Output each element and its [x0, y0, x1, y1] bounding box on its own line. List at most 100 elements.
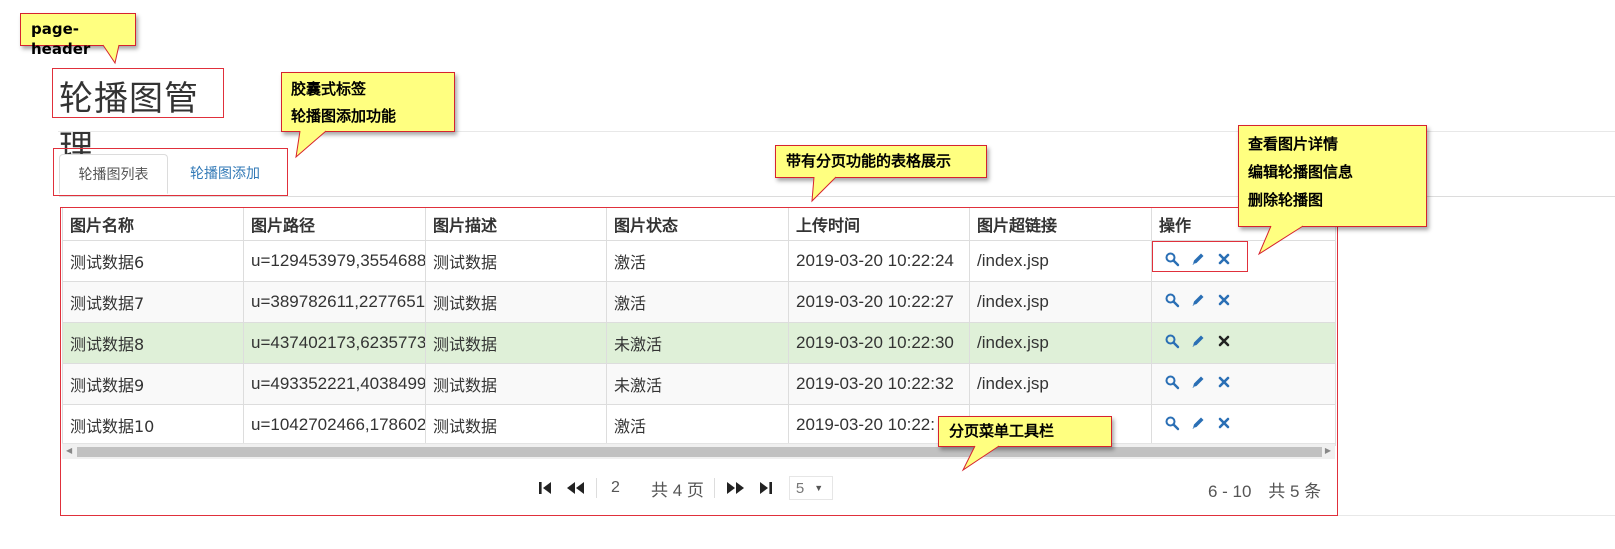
banner-table: 图片名称 图片路径 图片描述 图片状态 上传时间 图片超链接 操作 测试数据6 … [62, 208, 1336, 446]
cell-path: u=437402173,6235773 [243, 321, 426, 364]
scroll-right-icon[interactable]: ▶ [1325, 446, 1331, 455]
cell-ops [1151, 321, 1336, 364]
cell-name: 测试数据6 [62, 239, 244, 282]
cell-desc: 测试数据 [425, 280, 607, 323]
column-header: 图片描述 [425, 208, 607, 241]
note-tail [961, 445, 1000, 472]
scrollbar-thumb[interactable] [77, 447, 1322, 457]
note-tail [811, 176, 837, 203]
cell-time: 2019-03-20 10:22:27 [788, 280, 970, 323]
search-icon[interactable] [1164, 292, 1180, 308]
row-actions [1164, 292, 1232, 308]
remove-icon[interactable] [1216, 374, 1232, 390]
row-actions [1164, 415, 1232, 431]
row-actions [1164, 333, 1232, 349]
table-row[interactable]: 测试数据10 u=1042702466,178602 测试数据 激活 2019-… [62, 403, 1336, 446]
page-size-value: 5 [795, 479, 805, 497]
tab-banner-add[interactable]: 轮播图添加 [170, 154, 280, 194]
note-page-header: page-header [20, 13, 136, 65]
cell-path: u=1042702466,178602 [243, 403, 426, 446]
tab-banner-list[interactable]: 轮播图列表 [59, 154, 168, 194]
cell-name: 测试数据8 [62, 321, 244, 364]
table-row[interactable]: 测试数据6 u=129453979,3554688 测试数据 激活 2019-0… [62, 239, 1336, 282]
search-icon[interactable] [1164, 333, 1180, 349]
note-tabs: 胶囊式标签 轮播图添加功能 [281, 72, 455, 159]
note-text: 编辑轮播图信息 [1248, 163, 1354, 181]
note-tail [295, 130, 327, 159]
cell-path: u=129453979,3554688 [243, 239, 426, 282]
column-header: 图片名称 [62, 208, 244, 241]
range-text: 6 - 10 [1208, 482, 1252, 501]
cell-desc: 测试数据 [425, 321, 607, 364]
pencil-icon[interactable] [1190, 374, 1206, 390]
cell-desc: 测试数据 [425, 239, 607, 282]
cell-status: 未激活 [606, 321, 789, 364]
cell-ops [1151, 280, 1336, 323]
table-row-selected[interactable]: 测试数据8 u=437402173,6235773 测试数据 未激活 2019-… [62, 321, 1336, 364]
first-page-icon[interactable] [534, 477, 556, 499]
cell-time: 2019-03-20 10:22:32 [788, 362, 970, 405]
pencil-icon[interactable] [1190, 333, 1206, 349]
table-row[interactable]: 测试数据7 u=389782611,2277651 测试数据 激活 2019-0… [62, 280, 1336, 323]
prev-page-icon[interactable] [564, 477, 586, 499]
cell-time: 2019-03-20 10:22:24 [788, 239, 970, 282]
remove-icon[interactable] [1216, 333, 1232, 349]
cell-name: 测试数据9 [62, 362, 244, 405]
pagination-toolbar: 共 4 页 5 ▼ [534, 475, 833, 501]
note-pager: 分页菜单工具栏 [938, 416, 1112, 472]
page-range-label: 6 - 10 共 5 条 [1208, 477, 1321, 502]
pencil-icon[interactable] [1190, 292, 1206, 308]
cell-name: 测试数据10 [62, 403, 244, 446]
table-header-row: 图片名称 图片路径 图片描述 图片状态 上传时间 图片超链接 操作 [62, 208, 1336, 241]
column-header: 图片超链接 [969, 208, 1152, 241]
table-horizontal-scrollbar[interactable]: ◀ ▶ [62, 443, 1335, 459]
note-text: 胶囊式标签 [291, 80, 367, 98]
note-row-actions: 查看图片详情 编辑轮播图信息 删除轮播图 [1238, 125, 1427, 256]
cell-ops [1151, 403, 1336, 446]
note-text: 分页菜单工具栏 [949, 422, 1055, 440]
table-row[interactable]: 测试数据9 u=493352221,4038499 测试数据 未激活 2019-… [62, 362, 1336, 405]
note-tail [1257, 225, 1304, 256]
pager-separator [596, 478, 597, 498]
column-header: 上传时间 [788, 208, 970, 241]
cell-link: /index.jsp [969, 280, 1152, 323]
bottom-divider [1338, 515, 1615, 516]
remove-icon[interactable] [1216, 292, 1232, 308]
note-text: 删除轮播图 [1248, 191, 1324, 209]
cell-link: /index.jsp [969, 239, 1152, 282]
cell-status: 激活 [606, 239, 789, 282]
cell-status: 激活 [606, 403, 789, 446]
note-text: 查看图片详情 [1248, 135, 1339, 153]
total-count-text: 共 5 条 [1268, 482, 1322, 501]
cell-path: u=389782611,2277651 [243, 280, 426, 323]
last-page-icon[interactable] [755, 477, 777, 499]
note-text: 轮播图添加功能 [291, 107, 397, 125]
cell-path: u=493352221,4038499 [243, 362, 426, 405]
row-actions [1164, 374, 1232, 390]
note-table: 带有分页功能的表格展示 [775, 145, 987, 203]
column-header: 图片状态 [606, 208, 789, 241]
remove-icon[interactable] [1216, 415, 1232, 431]
note-text: 带有分页功能的表格展示 [786, 152, 952, 170]
caret-down-icon: ▼ [814, 483, 824, 493]
pencil-icon[interactable] [1190, 415, 1206, 431]
cell-desc: 测试数据 [425, 362, 607, 405]
search-icon[interactable] [1164, 374, 1180, 390]
pager-separator [713, 478, 715, 498]
page-title-box: 轮播图管理 [52, 68, 224, 168]
cell-ops [1151, 362, 1336, 405]
cell-name: 测试数据7 [62, 280, 244, 323]
page-number-input[interactable] [607, 477, 657, 499]
scroll-left-icon[interactable]: ◀ [66, 446, 72, 455]
page-size-select[interactable]: 5 ▼ [788, 476, 833, 500]
cell-status: 激活 [606, 280, 789, 323]
column-header: 图片路径 [243, 208, 426, 241]
next-page-icon[interactable] [725, 477, 747, 499]
note-text: page-header [31, 20, 91, 58]
cell-status: 未激活 [606, 362, 789, 405]
total-pages-label: 共 4 页 [651, 480, 704, 500]
cell-link: /index.jsp [969, 362, 1152, 405]
cell-link: /index.jsp [969, 321, 1152, 364]
search-icon[interactable] [1164, 415, 1180, 431]
ops-annotation-frame [1152, 241, 1248, 272]
